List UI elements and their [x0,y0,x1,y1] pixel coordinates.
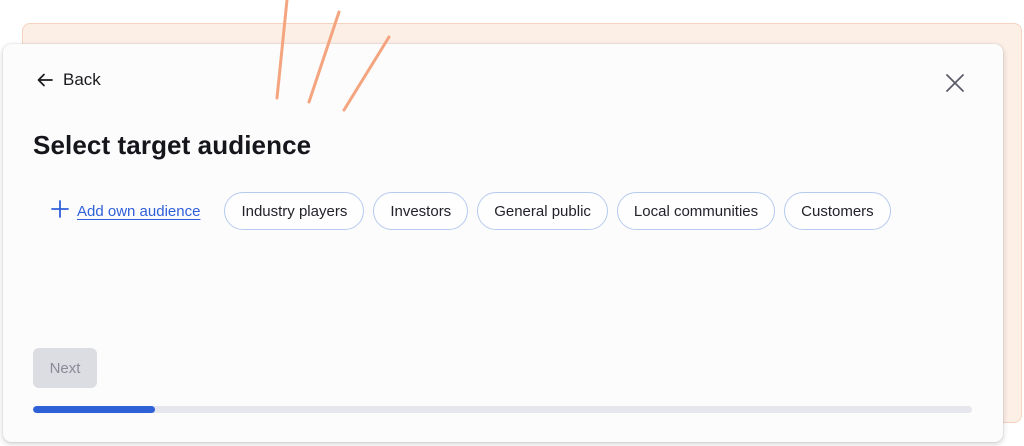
audience-chips: Industry players Investors General publi… [224,192,891,230]
stage: Back Select target audience Add own audi… [0,0,1024,446]
add-own-audience-label: Add own audience [77,202,201,220]
back-button[interactable]: Back [37,70,101,90]
page-title: Select target audience [33,130,312,160]
audience-options: Add own audience Industry players Invest… [51,192,891,230]
close-icon [946,74,964,92]
modal-card: Back Select target audience Add own audi… [3,44,1003,442]
arrow-left-icon [37,73,53,87]
add-own-audience-link[interactable]: Add own audience [51,200,200,222]
audience-chip[interactable]: Investors [373,192,469,230]
back-label: Back [63,70,101,89]
progress-fill [33,406,156,413]
next-button[interactable]: Next [33,348,97,388]
audience-chip[interactable]: Local communities [616,192,776,230]
audience-chip[interactable]: Customers [784,192,891,230]
audience-chip[interactable]: General public [477,192,608,230]
audience-chip[interactable]: Industry players [224,192,365,230]
plus-icon [51,200,69,222]
progress-bar [33,406,972,413]
close-button[interactable] [943,71,967,95]
